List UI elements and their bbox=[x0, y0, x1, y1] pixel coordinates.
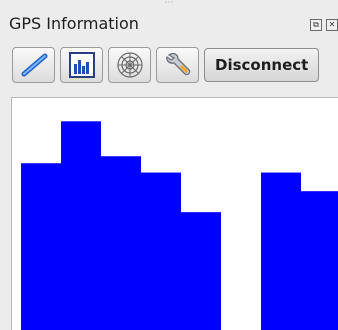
position-tab-button[interactable] bbox=[12, 47, 55, 83]
polar-chart-icon bbox=[116, 52, 143, 78]
panel-title: GPS Information bbox=[9, 14, 139, 33]
signal-chart-panel bbox=[11, 97, 338, 330]
disconnect-button[interactable]: Disconnect bbox=[204, 48, 320, 82]
signal-bar-2 bbox=[61, 121, 101, 330]
bar-chart-icon bbox=[68, 52, 95, 78]
float-panel-button[interactable]: ⧉ bbox=[310, 19, 322, 31]
gps-toolbar: Disconnect bbox=[12, 47, 320, 83]
signal-bar-1 bbox=[21, 163, 61, 330]
dock-grip[interactable]: ⋯ bbox=[0, 0, 338, 10]
signal-bar-7 bbox=[261, 172, 301, 330]
signal-bar-3 bbox=[101, 156, 141, 330]
options-tab-button[interactable] bbox=[156, 47, 199, 83]
wrench-icon bbox=[165, 52, 190, 76]
signal-bar-4 bbox=[141, 172, 181, 330]
signal-tab-button[interactable] bbox=[60, 47, 103, 83]
signal-bar-chart bbox=[21, 121, 338, 330]
close-panel-button[interactable]: ✕ bbox=[326, 19, 338, 31]
signal-bar-5 bbox=[181, 212, 221, 330]
signal-bar-8 bbox=[301, 191, 338, 330]
satellite-tab-button[interactable] bbox=[108, 47, 151, 83]
pen-icon bbox=[21, 53, 47, 77]
title-buttons: ⧉ ✕ bbox=[310, 19, 338, 31]
